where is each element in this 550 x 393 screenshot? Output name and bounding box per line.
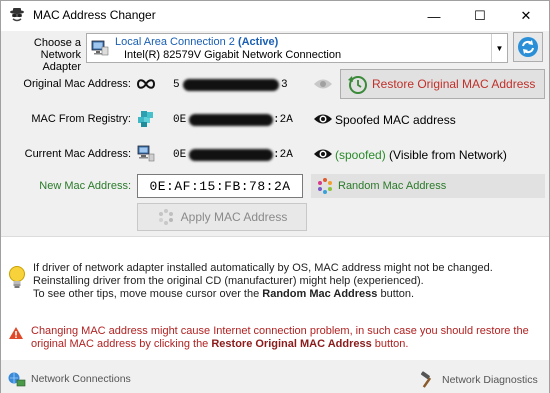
redaction-mark <box>183 79 279 91</box>
adapter-status: (Active) <box>237 36 279 48</box>
original-mac-label: Original Mac Address: <box>23 78 131 90</box>
maximize-button[interactable]: ☐ <box>457 1 503 31</box>
current-status: (spoofed) (Visible from Network) <box>335 148 507 162</box>
eye-icon <box>314 114 332 124</box>
app-spy-icon <box>10 8 24 22</box>
warning-line2-post: button. <box>371 338 409 350</box>
adapter-name-text: Local Area Connection 2 <box>115 36 235 48</box>
minimize-button[interactable]: — <box>411 1 457 31</box>
random-spinner-icon <box>318 178 332 194</box>
window-title: MAC Address Changer <box>33 8 156 22</box>
registry-icon <box>138 111 153 127</box>
info-panel: If driver of network adapter installed a… <box>1 236 549 360</box>
adapter-label: Choose a Network Adapter <box>5 37 81 73</box>
restore-original-mac-button[interactable]: Restore Original MAC Address <box>340 69 545 99</box>
current-mac-suffix: :2A <box>273 149 293 161</box>
app-window: MAC Address Changer — ☐ ✕ Choose a Netwo… <box>0 0 550 393</box>
tip-line2: Reinstalling driver from the original CD… <box>33 275 424 287</box>
refresh-adapters-button[interactable] <box>513 32 543 62</box>
adapter-description: Intel(R) 82579V Gigabit Network Connecti… <box>124 49 342 61</box>
original-mac-prefix: 5 <box>173 79 180 91</box>
infinity-icon <box>137 79 155 89</box>
computer-network-icon <box>137 145 155 162</box>
close-button[interactable]: ✕ <box>503 1 549 31</box>
warning-icon <box>9 327 23 339</box>
network-connections-icon <box>8 372 26 387</box>
title-bar: MAC Address Changer — ☐ ✕ <box>1 1 549 31</box>
tip-line3-post: button. <box>377 288 415 300</box>
registry-mac-suffix: :2A <box>273 114 293 126</box>
refresh-icon <box>518 37 538 57</box>
current-mac-prefix: 0E <box>173 149 187 161</box>
network-diagnostics-label: Network Diagnostics <box>442 374 538 386</box>
apply-spinner-icon <box>158 209 173 225</box>
registry-mac-label: MAC From Registry: <box>31 113 131 125</box>
adapter-dropdown[interactable]: Local Area Connection 2 (Active) Intel(R… <box>86 33 508 63</box>
tip-line3-bold: Random Mac Address <box>262 288 378 300</box>
spoofed-tag: (spoofed) <box>335 148 386 162</box>
random-mac-button[interactable]: Random Mac Address <box>311 174 545 198</box>
restore-clock-icon <box>348 76 367 94</box>
warning-line2-bold: Restore Original MAC Address <box>211 338 372 350</box>
network-adapter-icon <box>91 40 109 56</box>
random-button-label: Random Mac Address <box>338 180 447 192</box>
tip-line1: If driver of network adapter installed a… <box>33 262 493 274</box>
network-connections-link[interactable]: Network Connections <box>8 371 131 387</box>
eye-grey-icon <box>314 79 332 89</box>
warning-line2-pre: original MAC address by clicking the <box>31 338 212 350</box>
tip-text: If driver of network adapter installed a… <box>33 262 493 301</box>
apply-mac-button[interactable]: Apply MAC Address <box>137 203 307 231</box>
adapter-label-line1: Choose a <box>33 37 81 49</box>
main-panel: Choose a Network Adapter Local Area Conn… <box>1 31 549 236</box>
redaction-mark <box>189 149 273 161</box>
current-mac-label: Current Mac Address: <box>24 148 131 160</box>
registry-status: Spoofed MAC address <box>335 113 456 127</box>
network-diagnostics-link[interactable]: Network Diagnostics <box>419 371 538 389</box>
tip-line3: To see other tips, move mouse cursor ove… <box>33 288 493 301</box>
warning-text: Changing MAC address might cause Interne… <box>31 325 546 351</box>
warning-line1: Changing MAC address might cause Interne… <box>31 325 529 337</box>
hammer-icon <box>420 371 432 388</box>
tip-line3-pre: To see other tips, move mouse cursor ove… <box>33 288 263 300</box>
adapter-name: Local Area Connection 2 (Active) <box>115 36 278 48</box>
adapter-label-line2: Network Adapter <box>40 49 81 73</box>
original-mac-value: 5 <box>173 79 180 91</box>
network-connections-label: Network Connections <box>31 373 131 385</box>
new-mac-input[interactable]: 0E:AF:15:FB:78:2A <box>137 174 303 198</box>
eye-icon <box>314 149 332 159</box>
warning-line2: original MAC address by clicking the Res… <box>31 338 546 351</box>
chevron-down-icon[interactable]: ▼ <box>491 34 507 62</box>
apply-button-label: Apply MAC Address <box>180 210 288 224</box>
original-mac-suffix: 3 <box>281 79 288 91</box>
new-mac-label: New Mac Address: <box>39 180 131 192</box>
lightbulb-icon <box>9 266 25 288</box>
footer-bar: Network Connections Network Diagnostics <box>1 360 549 393</box>
redaction-mark <box>189 114 273 126</box>
restore-button-label: Restore Original MAC Address <box>372 77 536 91</box>
registry-mac-prefix: 0E <box>173 114 187 126</box>
visibility-text: (Visible from Network) <box>389 148 507 162</box>
